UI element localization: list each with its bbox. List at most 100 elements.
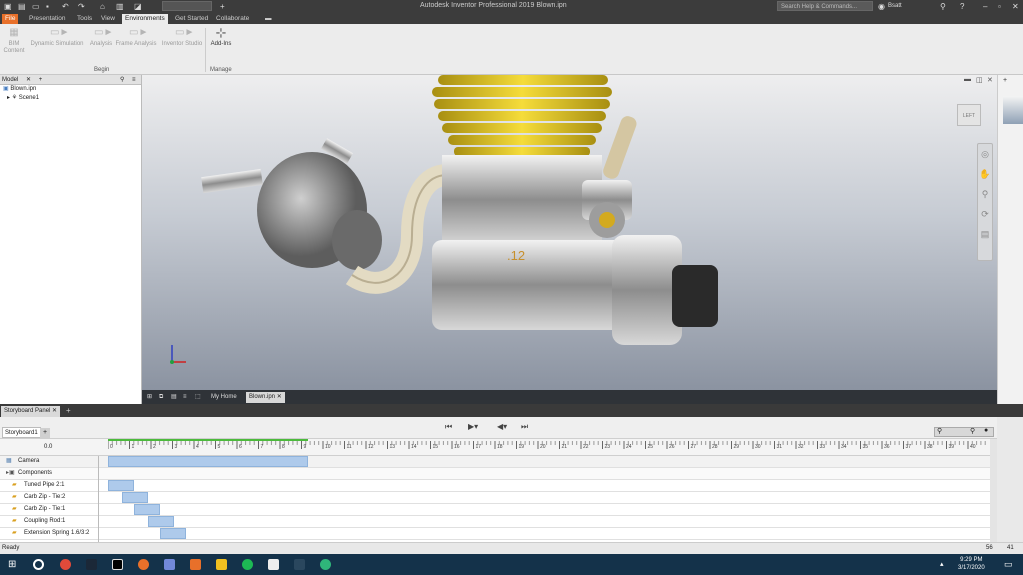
add-tab-icon[interactable]: + [39, 77, 43, 83]
new-storyboard-icon[interactable]: + [40, 428, 50, 438]
redo-icon[interactable]: ↷ [78, 1, 85, 12]
current-time[interactable]: 0.0 [44, 444, 52, 450]
undo-icon[interactable]: ↶ [62, 1, 69, 12]
close-icon[interactable]: ✕ [1012, 1, 1019, 12]
steam-icon-2[interactable] [294, 559, 305, 570]
cart-icon[interactable]: ⚲ [940, 1, 946, 12]
discord-icon[interactable] [164, 559, 175, 570]
record-icon[interactable]: ● [984, 427, 988, 434]
action-segment[interactable] [148, 516, 174, 527]
inventor-studio-button[interactable]: ▭► Inventor Studio [158, 28, 206, 48]
spotify-icon[interactable] [242, 559, 253, 570]
file-explorer-icon[interactable] [216, 559, 227, 570]
switch-icon[interactable]: ⬚ [192, 392, 204, 403]
play-icon[interactable]: ▶▾ [468, 422, 478, 431]
arrange-icon[interactable]: ▤ [168, 392, 180, 403]
search-icon[interactable] [33, 559, 44, 570]
tile-icon[interactable]: ⊞ [144, 392, 155, 403]
material-icon[interactable]: ◪ [134, 1, 142, 12]
add-panel-icon[interactable]: + [66, 406, 71, 415]
frame-analysis-button[interactable]: ▭► Frame Analysis [114, 28, 158, 48]
viewport-minimize-icon[interactable]: ▬ [964, 76, 971, 83]
chrome-icon[interactable] [60, 559, 71, 570]
row-components[interactable]: ▸▣ Components [0, 468, 990, 480]
add-ins-button[interactable]: ⊹ Add-Ins [208, 26, 234, 48]
preview-thumbnail[interactable] [1003, 96, 1023, 124]
row-camera[interactable]: ▦ Camera [0, 456, 990, 468]
go-to-end-icon[interactable]: ⏭ [521, 422, 528, 432]
tab-presentation[interactable]: Presentation [26, 14, 69, 24]
timeline-ruler[interactable]: 0 1 2 3 4 5 6 7 8 9 10 11 12 13 14 15 16 17 18 19 20 21 22 23 24… [108, 441, 990, 455]
tab-environments[interactable]: Environments [122, 14, 168, 24]
tab-blown-ipn[interactable]: Blown.ipn ✕ [246, 392, 285, 403]
analysis-button[interactable]: ▭► Analysis [88, 28, 114, 48]
look-at-icon[interactable]: ▤ [978, 224, 992, 244]
tree-item-scene[interactable]: ▸ ⚘ Scene1 [3, 94, 141, 103]
unity-icon[interactable] [268, 559, 279, 570]
storyboard-scrollbar[interactable] [990, 439, 997, 542]
steam-icon[interactable] [86, 559, 97, 570]
steering-wheel-icon[interactable]: ◎ [978, 144, 992, 164]
model-tab[interactable]: Model [2, 77, 18, 83]
system-clock[interactable]: 9:29 PM 3/17/2020 [958, 556, 985, 572]
action-segment[interactable] [122, 492, 148, 503]
app-icon[interactable] [320, 559, 331, 570]
tab-tools[interactable]: Tools [74, 14, 95, 24]
minimize-icon[interactable]: – [983, 1, 987, 12]
viewport-restore-icon[interactable]: ◫ [976, 76, 983, 84]
storyboard-panel-tab[interactable]: Storyboard Panel ✕ [1, 406, 61, 417]
zoom-in-icon[interactable]: ⚲ [970, 427, 975, 435]
cascade-icon[interactable]: ⧉ [156, 392, 166, 403]
row-extension-spring[interactable]: ▰ Extension Spring 1.6/3:2 [0, 528, 990, 540]
search-input[interactable]: Search Help & Commands... [777, 1, 873, 11]
tab-extra-icon[interactable]: ▬ [262, 14, 275, 24]
action-segment[interactable] [108, 480, 134, 491]
engine-model[interactable]: .12 [142, 75, 997, 390]
go-to-start-icon[interactable]: ⏮ [445, 422, 452, 432]
tree-item-root[interactable]: ▣ Blown.ipn [3, 85, 141, 94]
camera-segment[interactable] [108, 456, 308, 467]
tab-get-started[interactable]: Get Started [172, 14, 211, 24]
row-carb-zip-2[interactable]: ▰ Carb Zip - Tie:2 [0, 492, 990, 504]
new-file-icon[interactable]: ▤ [18, 1, 26, 12]
add-icon[interactable]: + [1003, 77, 1007, 84]
measure-icon[interactable]: + [220, 1, 225, 12]
tab-my-home[interactable]: My Home [208, 392, 240, 403]
zoom-out-icon[interactable]: ⚲ [937, 427, 942, 435]
zoom-icon[interactable]: ⚲ [978, 184, 992, 204]
open-file-icon[interactable]: ▭ [32, 1, 40, 12]
row-tuned-pipe[interactable]: ▰ Tuned Pipe 2:1 [0, 480, 990, 492]
close-icon[interactable]: ✕ [52, 408, 57, 414]
notification-icon[interactable]: ▭ [1004, 559, 1013, 570]
close-icon[interactable]: ✕ [26, 77, 31, 83]
tab-view[interactable]: View [98, 14, 118, 24]
action-segment[interactable] [160, 528, 186, 539]
windows-start-icon[interactable]: ⊞ [8, 559, 19, 570]
user-name[interactable]: Bsatt [888, 1, 902, 12]
reverse-icon[interactable]: ◀▾ [497, 422, 507, 431]
search-icon[interactable]: ⚲ [120, 75, 124, 85]
orbit-icon[interactable]: ⟳ [978, 204, 992, 224]
tab-file[interactable]: File [2, 14, 19, 24]
appearance-dropdown[interactable] [162, 1, 212, 11]
pan-icon[interactable]: ✋ [978, 164, 992, 184]
row-coupling-rod[interactable]: ▰ Coupling Rod:1 [0, 516, 990, 528]
menu-icon[interactable]: ≡ [132, 75, 136, 85]
tab-collaborate[interactable]: Collaborate [213, 14, 252, 24]
bim-content-button[interactable]: ▦ BIM Content [2, 28, 26, 55]
expand-icon[interactable]: ▸ [7, 95, 10, 101]
browser-icon[interactable] [138, 559, 149, 570]
network-icon[interactable]: ▴ [940, 560, 944, 568]
epic-games-icon[interactable] [112, 559, 123, 570]
action-segment[interactable] [134, 504, 160, 515]
app-logo-icon[interactable]: ▣ [4, 1, 12, 12]
inventor-icon[interactable] [190, 559, 201, 570]
settings-icon[interactable]: ▥ [116, 1, 124, 12]
close-icon[interactable]: ✕ [277, 394, 282, 400]
row-carb-zip-1[interactable]: ▰ Carb Zip - Tie:1 [0, 504, 990, 516]
window-list-icon[interactable]: ≡ [180, 392, 190, 403]
viewport-close-icon[interactable]: ✕ [987, 76, 993, 84]
help-icon[interactable]: ? [960, 1, 964, 12]
view-cube[interactable]: LEFT [957, 104, 981, 126]
graphics-viewport[interactable]: .12 LEFT ▬ ◫ ✕ [142, 75, 997, 390]
